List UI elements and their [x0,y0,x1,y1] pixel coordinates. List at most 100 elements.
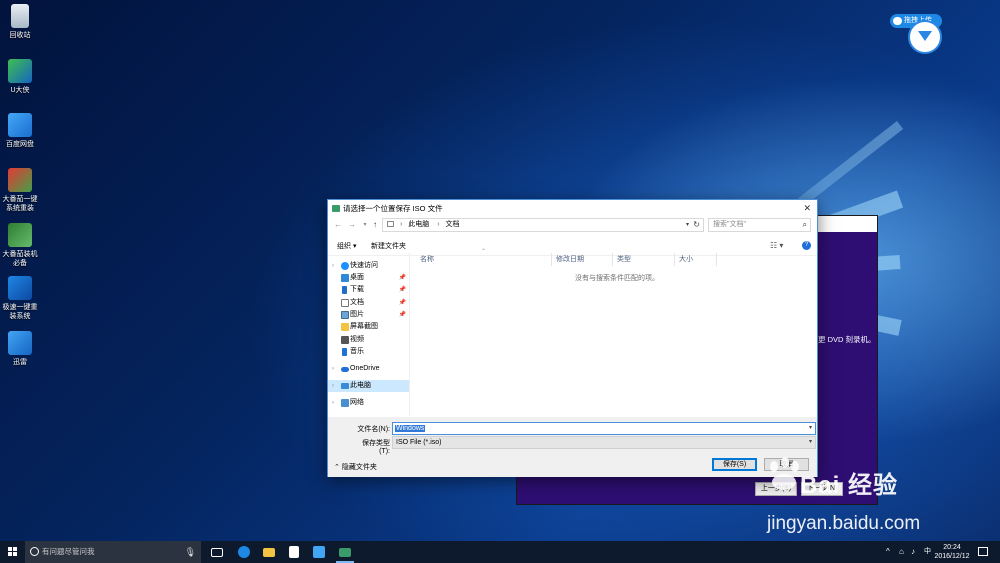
help-icon[interactable]: ? [802,241,811,250]
forward-arrow-icon[interactable]: → [347,219,357,231]
navigation-pane: › 快速访问 桌面 📌 下载 📌 文档 📌 图片 📌 屏幕截图 视频 音乐 › … [328,253,410,416]
pin-icon[interactable]: 📌 [399,309,406,321]
hide-folders-toggle[interactable]: ⌃ 隐藏文件夹 [334,462,377,472]
pin-icon[interactable]: 📌 [399,284,406,296]
address-bar[interactable]: › 此电脑 › 文档 ▾ ↻ [382,218,704,232]
column-modified[interactable]: 修改日期 [552,253,613,266]
view-options-icon[interactable]: ☷ ▾ [770,241,783,250]
baidu-jingyan-watermark: Bai 经验 jingyan.baidu.com [762,455,962,540]
filetype-value: ISO File (*.iso) [396,439,442,446]
breadcrumb-separator: › [399,221,403,228]
start-button[interactable] [0,541,24,563]
new-folder-button[interactable]: 新建文件夹 [371,241,406,253]
taskbar-explorer[interactable] [257,541,281,563]
nav-item-downloads[interactable]: 下载 📌 [328,284,409,296]
input-language[interactable]: 中 [924,541,931,563]
nav-item-documents[interactable]: 文档 📌 [328,297,409,309]
nav-label: 下载 [350,286,364,293]
xunlei-icon [8,331,32,355]
download-icon [342,286,347,294]
desktop-icon-dafanqie[interactable]: 大番茄一键系统重装 [0,168,40,213]
taskbar-search-input[interactable]: 有问题尽管问我 🎙 [25,541,201,563]
edge-icon [238,546,250,558]
pin-icon[interactable]: 📌 [399,272,406,284]
pin-icon[interactable]: 📌 [399,297,406,309]
close-button[interactable]: ✕ [803,200,811,217]
windows-logo-icon [8,547,17,556]
nav-item-desktop[interactable]: 桌面 📌 [328,272,409,284]
chevron-down-icon[interactable]: ▾ [809,437,812,448]
nav-item-videos[interactable]: 视频 [328,334,409,346]
nav-label: 桌面 [350,274,364,281]
desktop-icon-xunlei[interactable]: 迅雷 [0,331,40,367]
refresh-icon[interactable]: ↻ [693,219,700,231]
upload-arrow-icon[interactable] [908,20,942,54]
desktop-icon-label: 迅雷 [13,359,27,366]
expander-icon[interactable]: › [332,397,334,409]
store-icon [289,546,299,558]
cloud-icon [893,17,902,25]
filetype-select[interactable]: ISO File (*.iso) ▾ [392,436,816,449]
action-center-icon[interactable] [978,547,988,556]
filename-label: 文件名(N): [357,426,390,433]
up-arrow-icon[interactable]: ↑ [370,219,380,231]
organize-menu[interactable]: 组织 ▾ [337,241,356,253]
desktop-icon-dafanqie-bibei[interactable]: 大番茄装机必备 [0,223,40,268]
filename-field[interactable]: Windows ▾ [392,422,816,435]
computer-icon [341,383,349,389]
taskbar-store[interactable] [282,541,306,563]
column-size[interactable]: 大小 [675,253,717,266]
chevron-down-icon[interactable]: ▾ [809,423,812,434]
network-icon[interactable]: ⌂ [899,541,904,563]
search-input[interactable]: 搜索"文档" ⌕ [708,218,811,232]
system-clock[interactable]: 20:24 2016/12/12 [932,543,972,561]
udaxia-icon [8,59,32,83]
taskbar-xunlei[interactable] [307,541,331,563]
filetype-label: 保存类型(T): [362,440,390,455]
desktop-icon-label: 回收站 [9,32,31,39]
cloud-icon [341,367,349,372]
breadcrumb-documents[interactable]: 文档 [446,221,460,228]
background-window-text: 更 DVD 刻录机。 [818,335,876,344]
nav-label: 网络 [350,399,364,406]
nav-label: 快速访问 [350,262,378,269]
column-type[interactable]: 类型 [613,253,675,266]
desktop-icon-baidu-netdisk[interactable]: 百度网盘 [0,113,40,149]
desktop-icon-recycle-bin[interactable]: 回收站 [0,4,40,40]
microphone-icon[interactable]: 🎙 [185,541,196,563]
filename-value: Windows [395,425,426,432]
taskbar-disc-burner[interactable] [333,541,357,563]
nav-item-music[interactable]: 音乐 [328,346,409,358]
chevron-down-icon[interactable]: ▾ [686,219,689,231]
watermark-brand: Bai 经验 [800,472,899,499]
breadcrumb-this-pc[interactable]: 此电脑 [408,221,429,228]
expander-icon[interactable]: › [332,380,334,392]
back-arrow-icon[interactable]: ← [333,219,343,231]
save-button[interactable]: 保存(S) [712,458,757,471]
nav-quick-access[interactable]: › 快速访问 [328,260,409,272]
recent-dropdown-icon[interactable]: ▾ [360,219,370,231]
task-view-button[interactable] [205,541,229,563]
desktop-folder-icon [341,274,349,282]
desktop-icon-jisu-reinstall[interactable]: 极速一键重装系统 [0,276,40,321]
expander-icon[interactable]: › [332,260,334,272]
volume-icon[interactable]: ♪ [911,541,915,563]
nav-item-pictures[interactable]: 图片 📌 [328,309,409,321]
music-icon [342,348,347,356]
task-view-icon [211,548,223,557]
taskbar-edge[interactable] [232,541,256,563]
pictures-icon [341,311,349,319]
nav-this-pc[interactable]: › 此电脑 [328,380,409,392]
nav-onedrive[interactable]: › OneDrive [328,363,409,375]
column-name[interactable]: 名称 [416,253,552,266]
nav-item-screenshots[interactable]: 屏幕截图 [328,321,409,333]
show-hidden-icons[interactable]: ^ [886,541,890,563]
expander-icon[interactable]: › [332,363,334,375]
nav-network[interactable]: › 网络 [328,397,409,409]
search-placeholder: 搜索"文档" [713,221,746,228]
watermark-url: jingyan.baidu.com [767,513,921,534]
nav-label: 图片 [350,311,364,318]
star-icon [341,262,349,270]
desktop-icon-udaxia[interactable]: U大侠 [0,59,40,95]
drag-upload-widget[interactable]: 拖拽上传 [890,12,944,54]
